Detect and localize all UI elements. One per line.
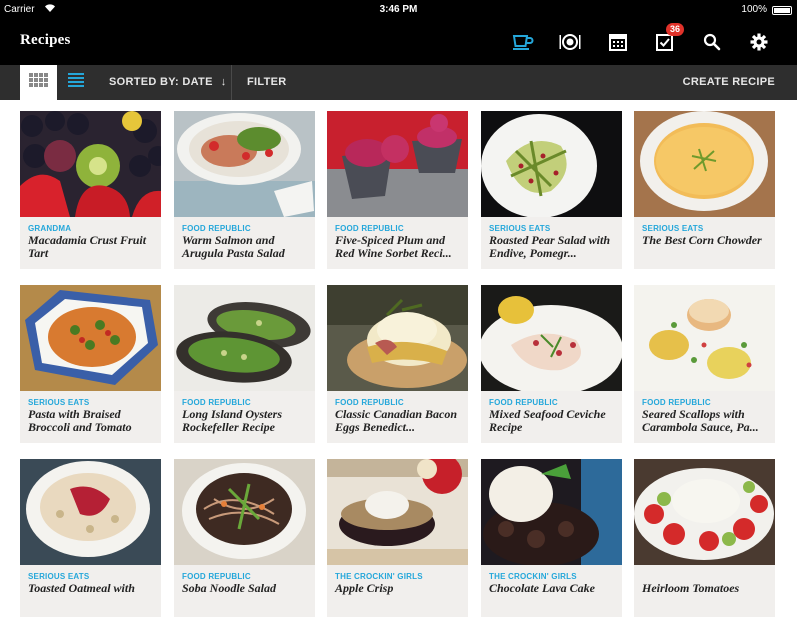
recipe-source: FOOD REPUBLIC: [182, 224, 251, 233]
recipe-photo: [327, 111, 468, 217]
recipe-source: FOOD REPUBLIC: [335, 398, 404, 407]
plate-icon[interactable]: [557, 29, 583, 55]
recipe-card[interactable]: FOOD REPUBLIC Seared Scallops with Caram…: [634, 285, 775, 443]
recipe-name: Roasted Pear Salad with Endive, Pomegr..…: [489, 233, 611, 260]
clock: 3:46 PM: [379, 4, 418, 15]
recipe-source: GRANDMA: [28, 224, 72, 233]
recipe-photo: [634, 111, 775, 217]
recipe-name: Five-Spiced Plum and Red Wine Sorbet Rec…: [335, 233, 452, 260]
recipe-card[interactable]: FOOD REPUBLIC Mixed Seafood Ceviche Reci…: [481, 285, 622, 443]
badge-count: 36: [666, 23, 684, 36]
recipe-name: Pasta with Braised Broccoli and Tomato: [28, 407, 132, 434]
list-view-icon: [67, 73, 84, 92]
status-bar: Carrier 3:46 PM 100%: [0, 0, 797, 20]
sort-button[interactable]: SORTED BY: DATE ↓: [109, 76, 227, 88]
recipe-name: Chocolate Lava Cake: [489, 581, 595, 595]
cup-icon[interactable]: [510, 29, 536, 55]
recipe-name: Long Island Oysters Rockefeller Recipe: [182, 407, 283, 434]
recipe-photo: [174, 111, 315, 217]
sort-label: SORTED BY: DATE: [109, 76, 213, 88]
recipe-card[interactable]: FOOD REPUBLIC Long Island Oysters Rockef…: [174, 285, 315, 443]
recipe-photo: [20, 459, 161, 565]
page-title: Recipes: [20, 32, 71, 48]
recipe-card[interactable]: FOOD REPUBLIC Five-Spiced Plum and Red W…: [327, 111, 468, 269]
grid-view-icon: [28, 73, 49, 92]
recipe-name: Mixed Seafood Ceviche Recipe: [489, 407, 606, 434]
gear-icon[interactable]: [746, 29, 772, 55]
recipe-card[interactable]: SERIOUS EATS Pasta with Braised Broccoli…: [20, 285, 161, 443]
nav-bar: Recipes 36: [0, 20, 797, 65]
recipe-source: THE CROCKIN' GIRLS: [335, 572, 423, 581]
recipe-card[interactable]: SERIOUS EATS Toasted Oatmeal with: [20, 459, 161, 617]
list-view-button[interactable]: [57, 65, 94, 100]
recipe-source: FOOD REPUBLIC: [489, 398, 558, 407]
recipe-photo: [481, 285, 622, 391]
calendar-icon[interactable]: [605, 29, 631, 55]
recipe-source: FOOD REPUBLIC: [182, 398, 251, 407]
recipe-photo: [481, 111, 622, 217]
recipe-card[interactable]: GRANDMA Macadamia Crust Fruit Tart: [20, 111, 161, 269]
recipe-name: Seared Scallops with Carambola Sauce, Pa…: [642, 407, 759, 434]
checklist-icon[interactable]: 36: [652, 23, 684, 55]
toolbar-divider: [231, 65, 232, 100]
recipe-name: Warm Salmon and Arugula Pasta Salad: [182, 233, 285, 260]
sort-arrow-icon: ↓: [220, 76, 227, 88]
recipe-name: The Best Corn Chowder: [642, 233, 762, 247]
recipe-name: Heirloom Tomatoes: [642, 581, 740, 595]
recipe-photo: [634, 285, 775, 391]
recipe-source: SERIOUS EATS: [642, 224, 704, 233]
recipe-photo: [20, 111, 161, 217]
recipe-card[interactable]: FOOD REPUBLIC Warm Salmon and Arugula Pa…: [174, 111, 315, 269]
recipe-photo: [174, 285, 315, 391]
filter-button[interactable]: FILTER: [247, 76, 286, 88]
recipe-card[interactable]: SERIOUS EATS The Best Corn Chowder: [634, 111, 775, 269]
battery-icon: [772, 6, 792, 15]
recipe-card[interactable]: Heirloom Tomatoes: [634, 459, 775, 617]
battery-percent: 100%: [741, 4, 767, 15]
recipe-name: Classic Canadian Bacon Eggs Benedict...: [335, 407, 458, 434]
recipe-source: SERIOUS EATS: [489, 224, 551, 233]
recipe-card[interactable]: FOOD REPUBLIC Soba Noodle Salad: [174, 459, 315, 617]
recipe-card[interactable]: THE CROCKIN' GIRLS Chocolate Lava Cake: [481, 459, 622, 617]
recipe-photo: [327, 285, 468, 391]
recipe-source: SERIOUS EATS: [28, 572, 90, 581]
recipe-photo: [634, 459, 775, 565]
recipe-source: SERIOUS EATS: [28, 398, 90, 407]
recipe-card[interactable]: SERIOUS EATS Roasted Pear Salad with End…: [481, 111, 622, 269]
recipe-name: Soba Noodle Salad: [182, 581, 277, 595]
recipe-name: Apple Crisp: [335, 581, 394, 595]
recipe-card[interactable]: FOOD REPUBLIC Classic Canadian Bacon Egg…: [327, 285, 468, 443]
recipe-source: THE CROCKIN' GIRLS: [489, 572, 577, 581]
recipe-name: Toasted Oatmeal with: [28, 581, 135, 595]
recipe-source: FOOD REPUBLIC: [642, 398, 711, 407]
recipe-source: FOOD REPUBLIC: [335, 224, 404, 233]
grid-view-button[interactable]: [20, 65, 57, 100]
search-icon[interactable]: [699, 29, 725, 55]
recipe-name: Macadamia Crust Fruit Tart: [28, 233, 147, 260]
recipe-photo: [481, 459, 622, 565]
recipe-photo: [174, 459, 315, 565]
recipe-card[interactable]: THE CROCKIN' GIRLS Apple Crisp: [327, 459, 468, 617]
create-recipe-button[interactable]: CREATE RECIPE: [683, 76, 775, 88]
recipe-photo: [327, 459, 468, 565]
recipe-photo: [20, 285, 161, 391]
recipe-source: FOOD REPUBLIC: [182, 572, 251, 581]
toolbar: SORTED BY: DATE ↓ FILTER CREATE RECIPE: [0, 65, 797, 100]
